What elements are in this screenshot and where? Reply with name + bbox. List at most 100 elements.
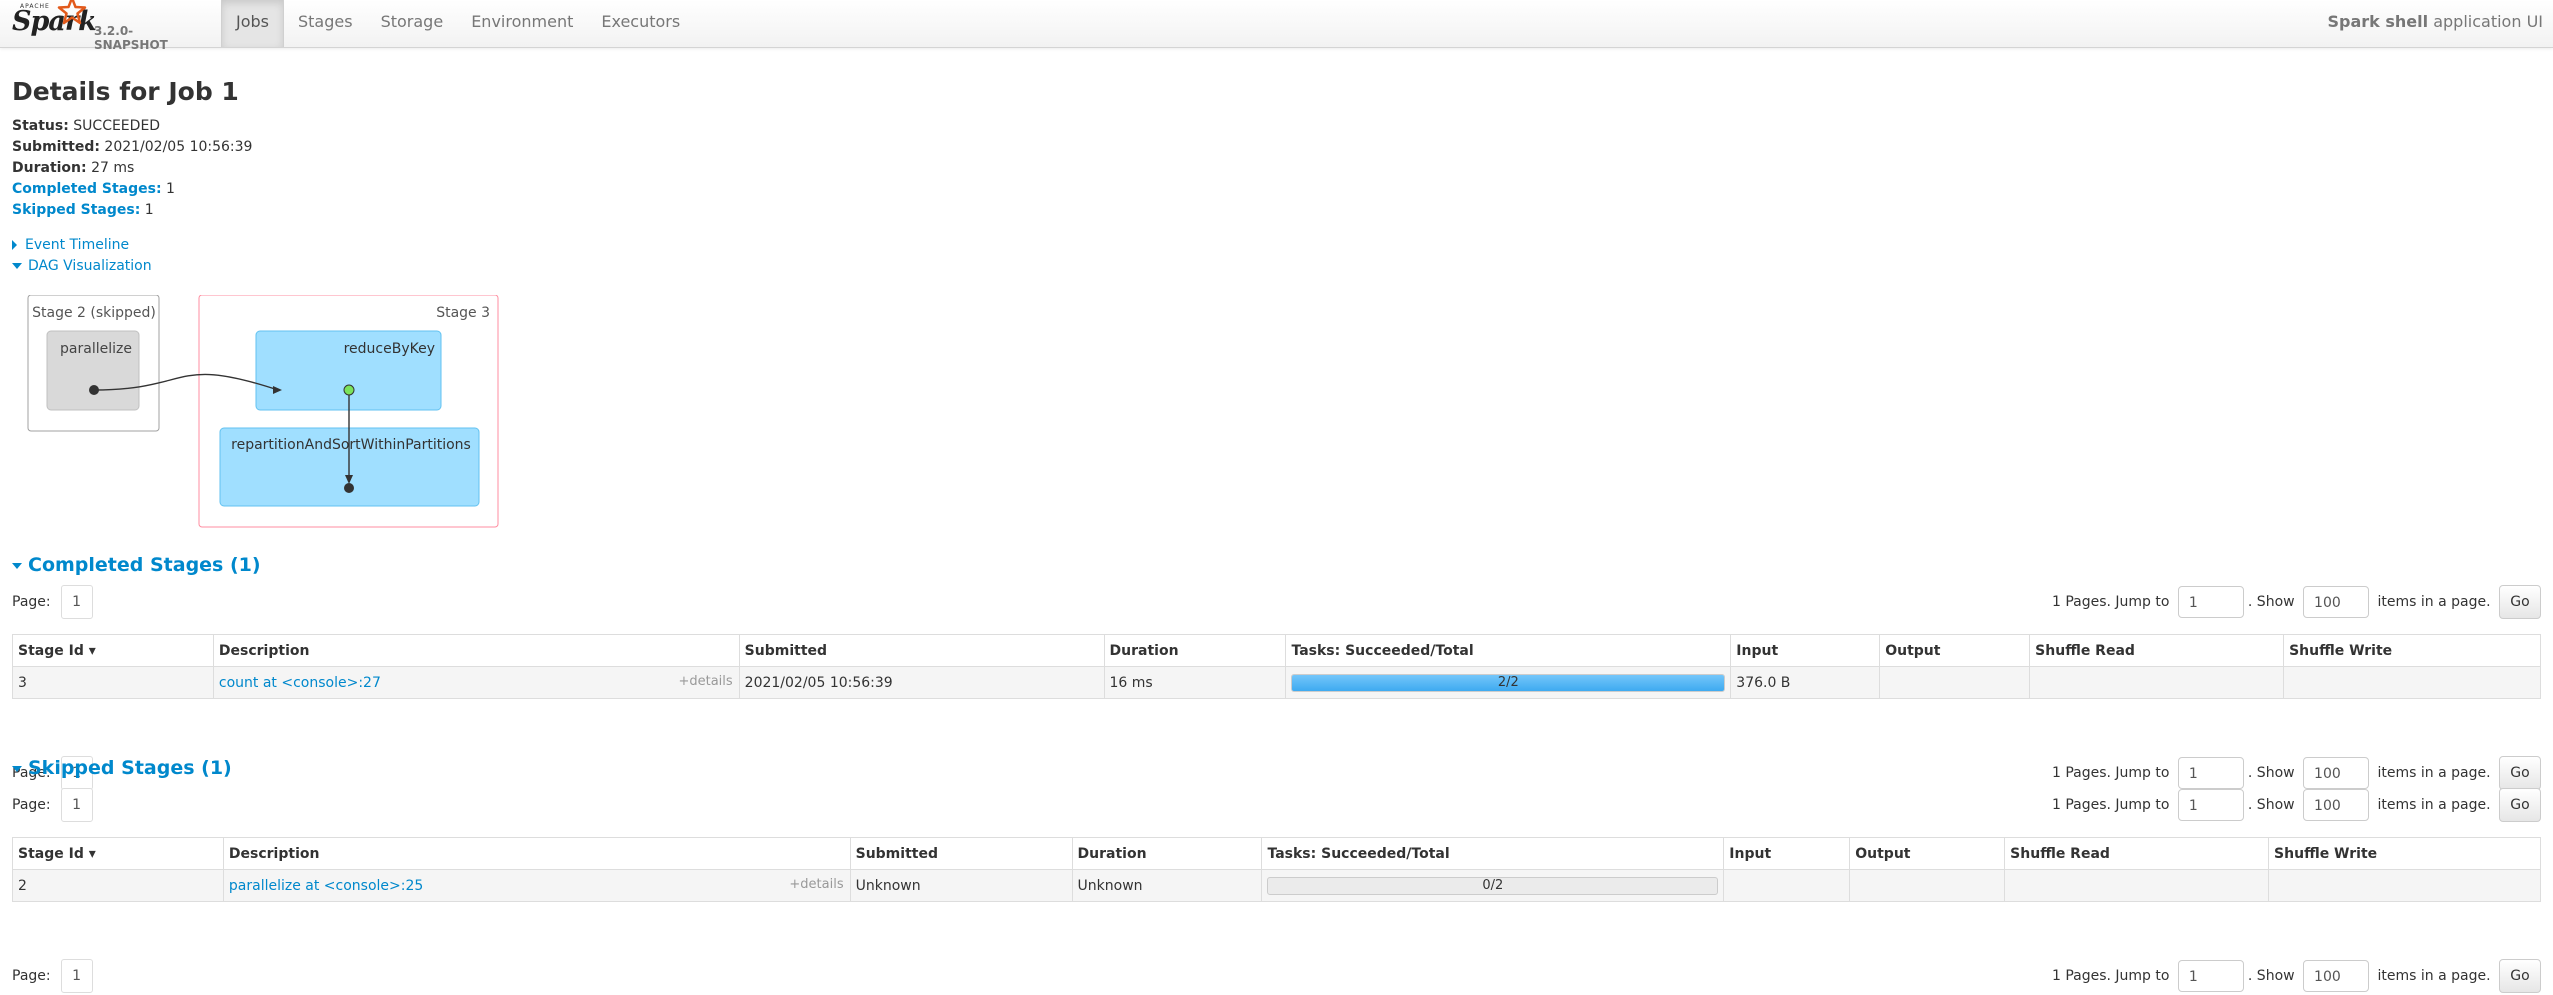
spark-version: 3.2.0-SNAPSHOT bbox=[94, 24, 168, 52]
reduce-by-key-label: reduceByKey bbox=[344, 341, 435, 357]
column-shuffle-write[interactable]: Shuffle Write bbox=[2283, 634, 2541, 667]
app-suffix: application UI bbox=[2433, 12, 2543, 31]
column-stage-id[interactable]: Stage Id ▾ bbox=[12, 837, 224, 870]
page-number-button[interactable]: 1 bbox=[60, 959, 93, 993]
shuffle-write-cell bbox=[2268, 869, 2541, 902]
description-cell: count at <console>:27 +details bbox=[212, 666, 740, 699]
shuffle-read-cell bbox=[2004, 869, 2270, 902]
column-tasks[interactable]: Tasks: Succeeded/Total bbox=[1285, 634, 1732, 667]
submitted-value: 2021/02/05 10:56:39 bbox=[104, 139, 253, 155]
pages-text: 1 Pages. Jump to bbox=[2051, 765, 2170, 781]
event-timeline-label: Event Timeline bbox=[25, 237, 130, 253]
show-label: . Show bbox=[2247, 594, 2295, 610]
tab-executors[interactable]: Executors bbox=[587, 0, 694, 47]
jump-to-page-input[interactable]: 1 bbox=[2177, 960, 2244, 992]
column-shuffle-write[interactable]: Shuffle Write bbox=[2268, 837, 2541, 870]
tasks-count: 2/2 bbox=[1497, 674, 1519, 690]
submitted-row: Submitted: 2021/02/05 10:56:39 bbox=[12, 137, 252, 158]
column-output[interactable]: Output bbox=[1879, 634, 2031, 667]
completed-pager-bottom: Page: 1 1 Pages. Jump to 1. Show 100 item… bbox=[12, 756, 2541, 792]
column-duration[interactable]: Duration bbox=[1103, 634, 1287, 667]
tasks-progress-bar: 0/2 bbox=[1267, 876, 1719, 895]
column-duration[interactable]: Duration bbox=[1071, 837, 1263, 870]
jump-to-page-input[interactable]: 1 bbox=[2177, 586, 2244, 618]
completed-stages-header[interactable]: Completed Stages (1) bbox=[12, 554, 261, 576]
page-number-button[interactable]: 1 bbox=[60, 788, 93, 822]
duration-cell: Unknown bbox=[1071, 869, 1263, 902]
tab-stages[interactable]: Stages bbox=[284, 0, 367, 47]
column-stage-id[interactable]: Stage Id ▾ bbox=[12, 634, 214, 667]
dag-graph: Stage 2 (skipped) parallelize Stage 3 re… bbox=[27, 295, 499, 528]
completed-stages-link[interactable]: Completed Stages: bbox=[12, 181, 162, 197]
completed-stages-row: Completed Stages: 1 bbox=[12, 179, 252, 200]
pager-right: 1 Pages. Jump to 1. Show 100 items in a … bbox=[2052, 959, 2541, 993]
details-toggle[interactable]: +details bbox=[789, 877, 843, 892]
tab-jobs[interactable]: Jobs bbox=[221, 0, 284, 47]
column-submitted[interactable]: Submitted bbox=[738, 634, 1105, 667]
column-description[interactable]: Description bbox=[222, 837, 851, 870]
skipped-stages-link[interactable]: Skipped Stages: bbox=[12, 202, 140, 218]
column-tasks[interactable]: Tasks: Succeeded/Total bbox=[1261, 837, 1725, 870]
skipped-stages-count: 1 bbox=[144, 202, 154, 218]
top-navbar: APACHE Spark 3.2.0-SNAPSHOT Jobs Stages … bbox=[0, 0, 2553, 52]
column-submitted[interactable]: Submitted bbox=[849, 837, 1073, 870]
app-name: Spark shell bbox=[2327, 12, 2429, 31]
parallelize-node[interactable]: parallelize bbox=[46, 330, 140, 411]
details-toggle[interactable]: +details bbox=[678, 674, 732, 689]
pages-text: 1 Pages. Jump to bbox=[2051, 968, 2170, 984]
jump-to-page-input[interactable]: 1 bbox=[2177, 757, 2244, 789]
show-label: . Show bbox=[2247, 797, 2295, 813]
page-size-input[interactable]: 100 bbox=[2303, 789, 2370, 821]
go-button[interactable]: Go bbox=[2499, 788, 2541, 822]
column-input[interactable]: Input bbox=[1730, 634, 1881, 667]
column-shuffle-read[interactable]: Shuffle Read bbox=[2004, 837, 2270, 870]
tab-environment[interactable]: Environment bbox=[457, 0, 587, 47]
pager-right: 1 Pages. Jump to 1. Show 100 items in a … bbox=[2052, 756, 2541, 790]
page-size-input[interactable]: 100 bbox=[2303, 757, 2370, 789]
page-size-input[interactable]: 100 bbox=[2303, 960, 2370, 992]
collapse-arrow-icon bbox=[12, 765, 22, 772]
table-row: 3 count at <console>:27 +details 2021/02… bbox=[12, 666, 2541, 699]
pages-text: 1 Pages. Jump to bbox=[2051, 594, 2170, 610]
tab-storage[interactable]: Storage bbox=[367, 0, 458, 47]
pager-left: Page: 1 bbox=[12, 788, 93, 822]
jump-to-page-input[interactable]: 1 bbox=[2177, 789, 2244, 821]
stage-2-label: Stage 2 (skipped) bbox=[32, 305, 156, 321]
go-button[interactable]: Go bbox=[2499, 959, 2541, 993]
skipped-pager-top: Page: 1 1 Pages. Jump to 1. Show 100 item… bbox=[12, 788, 2541, 824]
table-row: 2 parallelize at <console>:25 +details U… bbox=[12, 869, 2541, 902]
column-description[interactable]: Description bbox=[212, 634, 740, 667]
submitted-cell: 2021/02/05 10:56:39 bbox=[738, 666, 1105, 699]
go-button[interactable]: Go bbox=[2499, 756, 2541, 790]
column-output[interactable]: Output bbox=[1849, 837, 2006, 870]
column-shuffle-read[interactable]: Shuffle Read bbox=[2029, 634, 2285, 667]
go-button[interactable]: Go bbox=[2499, 585, 2541, 619]
page-label: Page: bbox=[12, 797, 51, 813]
duration-value: 27 ms bbox=[91, 160, 135, 176]
page-title: Details for Job 1 bbox=[12, 77, 239, 106]
dag-visualization-toggle[interactable]: DAG Visualization bbox=[12, 258, 152, 274]
page-label: Page: bbox=[12, 594, 51, 610]
input-cell bbox=[1723, 869, 1851, 902]
reduce-by-key-point bbox=[343, 384, 355, 396]
pager-right: 1 Pages. Jump to 1. Show 100 items in a … bbox=[2052, 585, 2541, 619]
page-size-input[interactable]: 100 bbox=[2303, 586, 2370, 618]
page-label: Page: bbox=[12, 968, 51, 984]
items-label: items in a page. bbox=[2377, 797, 2491, 813]
skipped-stages-label: Skipped Stages: bbox=[12, 202, 141, 218]
stage-2-cluster[interactable]: Stage 2 (skipped) parallelize bbox=[27, 295, 160, 432]
pager-left: Page: 1 bbox=[12, 959, 93, 993]
items-label: items in a page. bbox=[2377, 594, 2491, 610]
stage-description-link[interactable]: count at <console>:27 bbox=[219, 675, 381, 691]
spark-star-icon bbox=[57, 0, 87, 25]
app-title: Spark shell application UI bbox=[2328, 0, 2543, 43]
stage-description-link[interactable]: parallelize at <console>:25 bbox=[229, 878, 423, 894]
event-timeline-toggle[interactable]: Event Timeline bbox=[12, 237, 129, 253]
skipped-stages-header[interactable]: Skipped Stages (1) bbox=[12, 757, 232, 779]
page-number-button[interactable]: 1 bbox=[60, 585, 93, 619]
column-input[interactable]: Input bbox=[1723, 837, 1851, 870]
completed-stages-title: Completed Stages (1) bbox=[28, 554, 261, 576]
description-cell: parallelize at <console>:25 +details bbox=[222, 869, 851, 902]
skipped-pager-bottom: Page: 1 1 Pages. Jump to 1. Show 100 item… bbox=[12, 959, 2541, 995]
tasks-cell: 0/2 bbox=[1261, 869, 1725, 902]
